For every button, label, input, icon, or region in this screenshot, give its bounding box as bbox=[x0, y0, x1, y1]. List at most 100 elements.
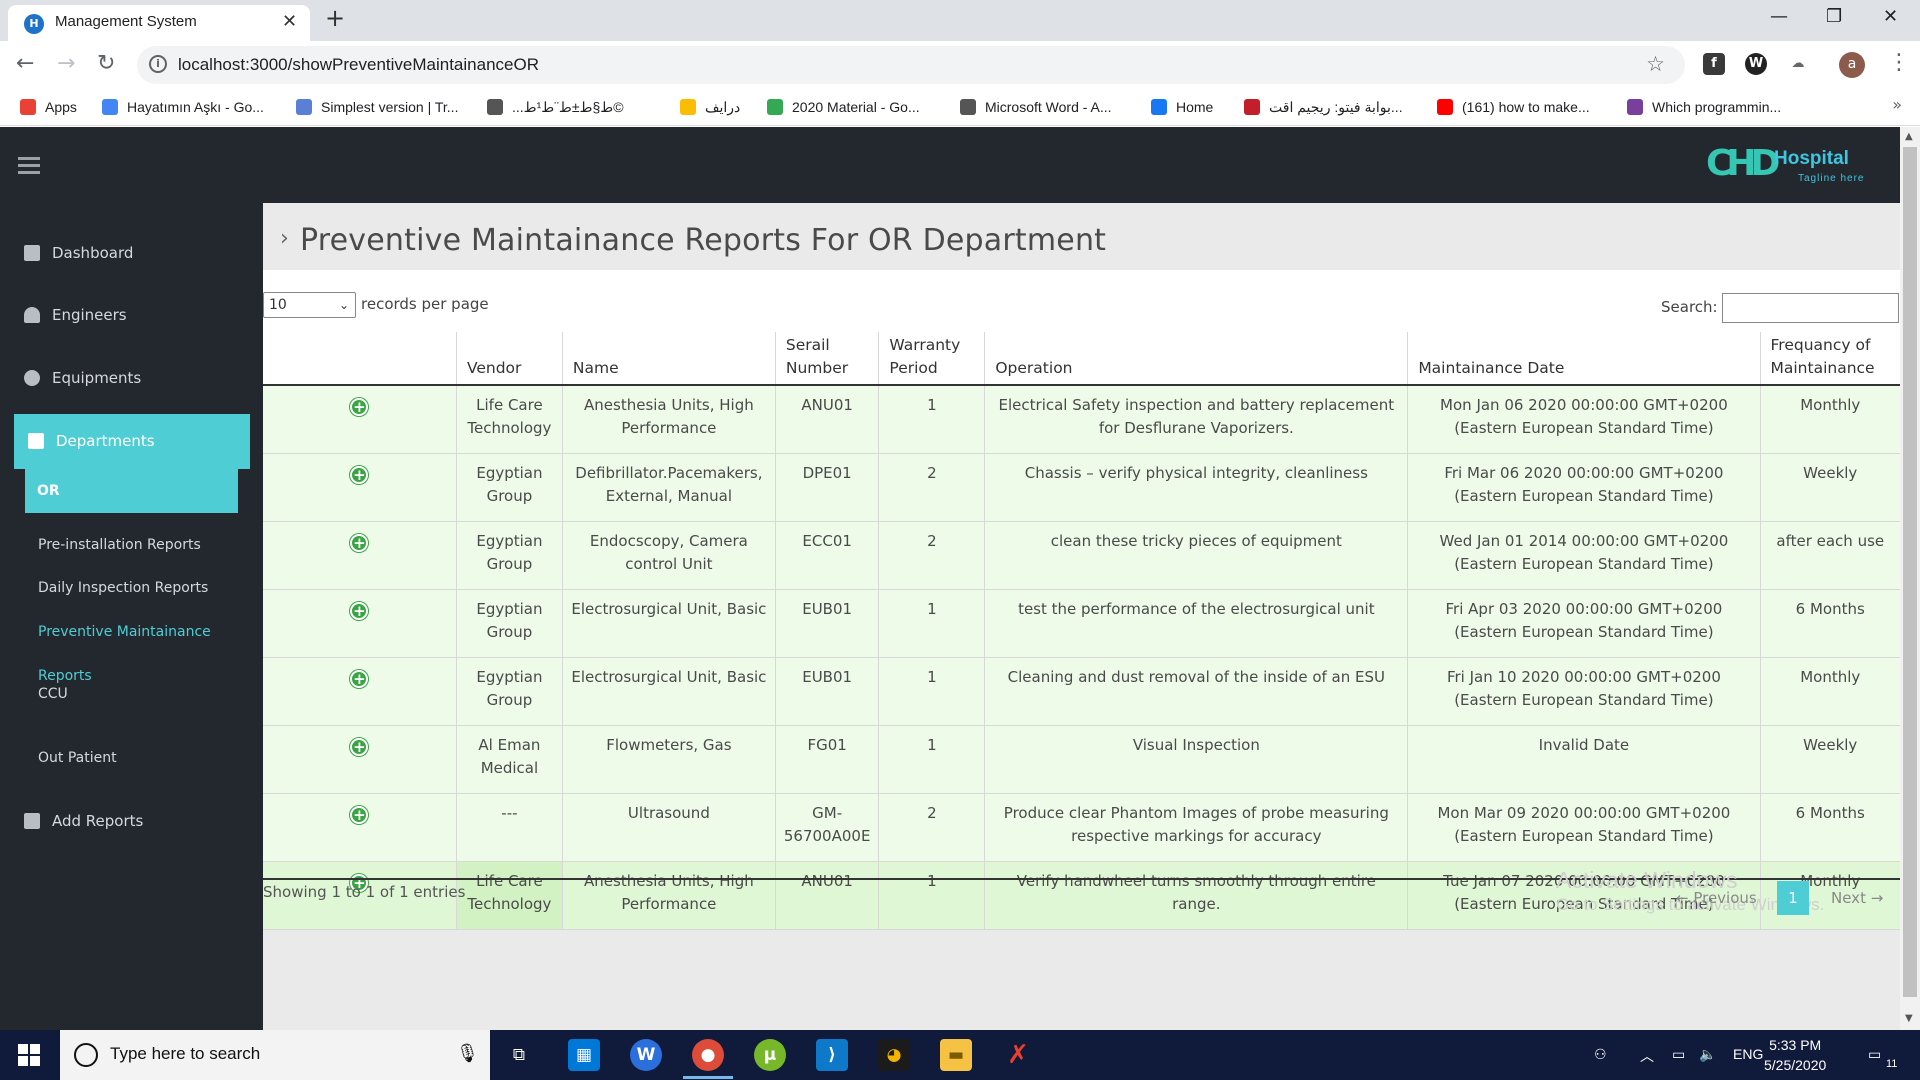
bookmark-item[interactable]: Microsoft Word - A... bbox=[960, 95, 1112, 119]
cloud-extension-icon[interactable]: ☁ bbox=[1787, 53, 1809, 75]
column-header-vendor[interactable]: Vendor bbox=[456, 332, 563, 386]
taskbar-search[interactable]: Type here to search 🎙 bbox=[60, 1030, 490, 1080]
table-row[interactable]: + Egyptian Group Electrosurgical Unit, Bas… bbox=[263, 589, 1900, 658]
pagination-previous[interactable]: ← Previous bbox=[1676, 889, 1757, 907]
expand-row-plus-icon[interactable]: + bbox=[350, 669, 369, 688]
sidebar-item-departments[interactable]: Departments bbox=[14, 414, 250, 469]
hamburger-menu-icon[interactable] bbox=[18, 157, 40, 174]
chrome-icon[interactable]: ● bbox=[692, 1039, 724, 1071]
bookmark-item[interactable]: بوابة فيتو: ريجيم اقت... bbox=[1244, 95, 1403, 119]
cell-action: + bbox=[263, 453, 457, 522]
column-header-operation[interactable]: Operation bbox=[984, 332, 1409, 386]
bookmark-item[interactable]: Which programmin... bbox=[1627, 95, 1781, 119]
address-bar[interactable]: i localhost:3000/showPreventiveMaintaina… bbox=[137, 46, 1685, 84]
expand-row-plus-icon[interactable]: + bbox=[350, 533, 369, 552]
back-icon[interactable]: ← bbox=[16, 51, 34, 76]
sidebar-item-engineers[interactable]: Engineers bbox=[24, 302, 127, 328]
restore-icon[interactable]: ❐ bbox=[1826, 6, 1842, 27]
sidebar-item-pre-installation[interactable]: Pre-installation Reports bbox=[38, 537, 201, 553]
close-window-icon[interactable]: ✕ bbox=[1883, 6, 1898, 27]
sidebar-item-ccu[interactable]: CCU bbox=[38, 686, 68, 702]
facebook-extension-icon[interactable]: f bbox=[1703, 53, 1725, 75]
bookmark-item[interactable]: 2020 Material - Go... bbox=[767, 95, 920, 119]
site-info-icon[interactable]: i bbox=[149, 55, 167, 73]
scroll-down-icon[interactable]: ▼ bbox=[1905, 1013, 1913, 1024]
bookmark-item[interactable]: درايف bbox=[680, 95, 740, 119]
xampp-icon[interactable]: ✗ bbox=[1002, 1039, 1034, 1071]
column-header-date[interactable]: Maintainance Date bbox=[1407, 332, 1761, 386]
forward-icon[interactable]: → bbox=[57, 51, 75, 76]
notifications-icon[interactable]: ▭ bbox=[1868, 1046, 1881, 1063]
scroll-thumb[interactable] bbox=[1903, 147, 1917, 997]
sidebar-item-add-reports[interactable]: Add Reports bbox=[24, 808, 143, 834]
language-indicator[interactable]: ENG bbox=[1733, 1046, 1763, 1062]
bookmark-apps[interactable]: Apps bbox=[20, 95, 77, 119]
column-header-frequency[interactable]: Frequancy of Maintainance bbox=[1760, 332, 1900, 386]
column-header-warranty[interactable]: Warranty Period bbox=[878, 332, 986, 386]
table-row[interactable]: + --- Ultrasound GM-56700A00E 2 Produce clear… bbox=[263, 793, 1900, 862]
microphone-icon[interactable]: 🎙 bbox=[456, 1043, 479, 1064]
vscode-icon[interactable]: ⟩ bbox=[816, 1039, 848, 1071]
cell-frequency: 6 Months bbox=[1760, 589, 1900, 658]
expand-row-plus-icon[interactable]: + bbox=[350, 805, 369, 824]
table-row[interactable]: + Egyptian Group Defibrillator.Pacemakers,… bbox=[263, 453, 1900, 522]
volume-icon[interactable]: 🔈 bbox=[1699, 1046, 1716, 1063]
expand-row-plus-icon[interactable]: + bbox=[350, 737, 369, 756]
battery-icon[interactable]: ▭ bbox=[1672, 1046, 1685, 1063]
people-icon[interactable]: ⚇ bbox=[1594, 1046, 1607, 1063]
expand-row-plus-icon[interactable]: + bbox=[350, 465, 369, 484]
tray-chevron-up-icon[interactable]: ︿ bbox=[1640, 1046, 1654, 1066]
w-extension-icon[interactable]: W bbox=[1745, 53, 1767, 75]
reload-icon[interactable]: ↻ bbox=[97, 51, 115, 76]
expand-row-plus-icon[interactable]: + bbox=[350, 398, 369, 416]
table-row[interactable]: + Life Care Technology Anesthesia Units, H… bbox=[263, 385, 1900, 454]
sidebar-item-preventive[interactable]: Preventive Maintainance bbox=[38, 624, 211, 640]
browser-tab[interactable]: H Management System ✕ bbox=[8, 5, 310, 41]
sidebar-item-or[interactable]: OR bbox=[25, 469, 238, 513]
pagination-page-1[interactable]: 1 bbox=[1777, 881, 1809, 915]
sidebar-item-equipments[interactable]: Equipments bbox=[24, 365, 141, 391]
facebook-icon bbox=[1151, 99, 1167, 115]
sidebar-item-daily-inspection[interactable]: Daily Inspection Reports bbox=[38, 580, 208, 596]
cell-operation: Produce clear Phantom Images of probe me… bbox=[984, 793, 1409, 862]
page-scrollbar[interactable]: ▲ ▼ bbox=[1900, 127, 1920, 1030]
reports-panel: 10 ⌄ records per page Search: Vendor Nam… bbox=[263, 270, 1900, 930]
table-row[interactable]: + Egyptian Group Endocscopy, Camera contro… bbox=[263, 521, 1900, 590]
store-icon[interactable]: ▦ bbox=[568, 1039, 600, 1071]
records-per-page-select[interactable]: 10 ⌄ bbox=[263, 292, 356, 318]
bookmark-item[interactable]: Home bbox=[1151, 95, 1213, 119]
table-row[interactable]: + Egyptian Group Electrosurgical Unit, Bas… bbox=[263, 657, 1900, 726]
bookmark-item[interactable]: Hayatımın Aşkı - Go... bbox=[102, 95, 264, 119]
table-row[interactable]: + Al Eman Medical Flowmeters, Gas FG01 1 Visu… bbox=[263, 725, 1900, 794]
close-tab-icon[interactable]: ✕ bbox=[282, 11, 297, 32]
column-header-name[interactable]: Name bbox=[562, 332, 776, 386]
app-favicon-icon: H bbox=[24, 14, 44, 34]
bookmark-item[interactable]: (161) how to make... bbox=[1437, 95, 1590, 119]
bookmark-item[interactable]: Simplest version | Tr... bbox=[296, 95, 458, 119]
sidebar-item-reports[interactable]: Reports bbox=[38, 668, 92, 684]
column-header-serial[interactable]: Serail Number bbox=[775, 332, 880, 386]
profile-avatar[interactable]: a bbox=[1839, 52, 1865, 78]
more-bookmarks-icon[interactable]: » bbox=[1892, 95, 1902, 114]
scroll-up-icon[interactable]: ▲ bbox=[1905, 131, 1913, 142]
bookmark-item[interactable]: ...ط§ط±ط¨ط¹ط© bbox=[487, 95, 624, 119]
hospital-logo[interactable]: CHD Hospital Tagline here bbox=[1706, 141, 1882, 191]
pagination-next[interactable]: Next → bbox=[1831, 889, 1883, 907]
windows-start-icon[interactable] bbox=[18, 1044, 40, 1066]
sidebar-item-dashboard[interactable]: Dashboard bbox=[24, 240, 133, 266]
bookmark-star-icon[interactable]: ☆ bbox=[1646, 52, 1665, 76]
wps-writer-icon[interactable]: W bbox=[630, 1039, 662, 1071]
task-view-icon[interactable]: ⧉ bbox=[503, 1039, 535, 1071]
sidebar-item-out-patient[interactable]: Out Patient bbox=[38, 750, 117, 766]
cell-frequency: Weekly bbox=[1760, 453, 1900, 522]
new-tab-icon[interactable]: + bbox=[325, 4, 345, 32]
taskbar-clock[interactable]: 5:33 PM 5/25/2020 bbox=[1764, 1035, 1826, 1075]
search-input[interactable] bbox=[1722, 293, 1899, 323]
expand-row-plus-icon[interactable]: + bbox=[350, 601, 369, 620]
utorrent-icon[interactable]: µ bbox=[754, 1039, 786, 1071]
url-text[interactable]: localhost:3000/showPreventiveMaintainanc… bbox=[178, 55, 539, 75]
browser-menu-icon[interactable]: ⋮ bbox=[1888, 50, 1910, 75]
minimize-icon[interactable]: — bbox=[1770, 6, 1788, 27]
color-app-icon[interactable]: ◕ bbox=[878, 1039, 910, 1071]
file-explorer-icon[interactable]: ▬ bbox=[940, 1039, 972, 1071]
